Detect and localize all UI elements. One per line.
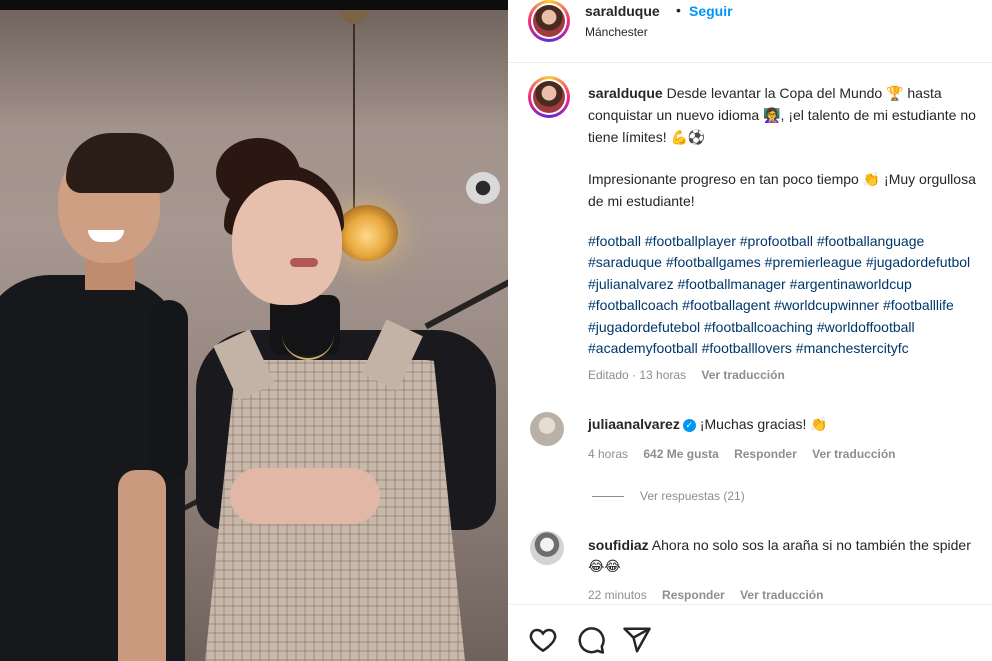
hashtag-line[interactable]: #football #footballplayer #profootball #… [588,231,992,252]
caption-username[interactable]: saralduque [588,85,663,101]
man-forearm [118,470,166,661]
comment-1: juliaanalvarez ✓ ¡Muchas gracias! 👏 [588,416,828,433]
hashtag-block: #football #footballplayer #profootball #… [588,231,992,359]
comment-icon[interactable] [576,625,606,655]
action-bar [508,604,992,661]
comment-see-translation[interactable]: Ver traducción [812,447,895,461]
caption-line-3: tiene límites! 💪⚽ [588,129,706,145]
header-separator: • [676,2,681,18]
woman-hands [230,468,380,524]
comment-text: ¡Muchas gracias! 👏 [699,416,828,432]
comment-text-line2: 😂😂 [588,559,621,575]
woman-face [232,180,342,305]
comment-username[interactable]: juliaanalvarez [588,416,680,432]
caption-author-avatar[interactable] [528,76,570,118]
comment-2: soufidiaz Ahora no solo sos la araña si … [588,537,971,553]
comment-text: Ahora no solo sos la araña si no también… [651,537,971,553]
comment-username[interactable]: soufidiaz [588,537,649,553]
hashtag-line[interactable]: #academyfootball #footballlovers #manche… [588,338,992,359]
woman-lips [290,258,318,267]
share-icon[interactable] [622,625,652,655]
view-replies-button[interactable]: Ver respuestas (21) [640,489,745,503]
author-username[interactable]: saralduque [585,3,660,19]
ceiling-shadow [0,10,508,130]
caption-see-translation[interactable]: Ver traducción [701,368,784,382]
comment-2-meta: 22 minutos Responder Ver traducción [588,588,835,602]
comment-likes[interactable]: 642 Me gusta [643,447,718,461]
post-photo[interactable] [0,0,508,661]
man-hair [66,133,174,193]
comment-1-meta: 4 horas 642 Me gusta Responder Ver tradu… [588,447,908,461]
hashtag-line[interactable]: #saraduque #footballgames #premierleague… [588,252,992,273]
lamp-cord [353,10,355,215]
reply-button[interactable]: Responder [662,588,725,602]
photo-top-bar [0,0,508,10]
hashtag-line[interactable]: #footballcoach #footballagent #worldcupw… [588,295,992,316]
post-caption: saralduque Desde levantar la Copa del Mu… [588,82,992,212]
heart-icon[interactable] [528,625,558,655]
pendant-lamp [336,205,398,261]
comment-see-translation[interactable]: Ver traducción [740,588,823,602]
man-arm [150,300,188,480]
commenter-avatar[interactable] [530,531,564,565]
follow-button[interactable]: Seguir [689,3,733,19]
security-camera [466,172,500,204]
comment-time: 4 horas [588,447,629,461]
verified-badge-icon: ✓ [682,419,696,432]
caption-line-2: conquistar un nuevo idioma 👩‍🏫, ¡el tale… [588,107,976,123]
hashtag-line[interactable]: #jugadordefutebol #footballcoaching #wor… [588,317,992,338]
comment-time: 22 minutos [588,588,647,602]
caption-line-4: Impresionante progreso en tan poco tiemp… [588,171,976,187]
edited-timestamp: Editado · 13 horas [588,368,687,382]
post-location[interactable]: Mánchester [585,25,648,39]
replies-divider [592,496,624,497]
caption-line-5: de mi estudiante! [588,193,695,209]
reply-button[interactable]: Responder [734,447,797,461]
commenter-avatar[interactable] [530,412,564,446]
post-header: saralduque • Seguir Mánchester [508,0,992,63]
author-avatar[interactable] [528,0,570,42]
hashtag-line[interactable]: #julianalvarez #footballmanager #argenti… [588,274,992,295]
caption-meta: Editado · 13 horas Ver traducción [588,368,797,382]
ceiling-beam [424,276,508,330]
caption-line-1: Desde levantar la Copa del Mundo 🏆 hasta [666,85,942,101]
post-side-panel: saralduque • Seguir Mánchester saralduqu… [508,0,992,661]
